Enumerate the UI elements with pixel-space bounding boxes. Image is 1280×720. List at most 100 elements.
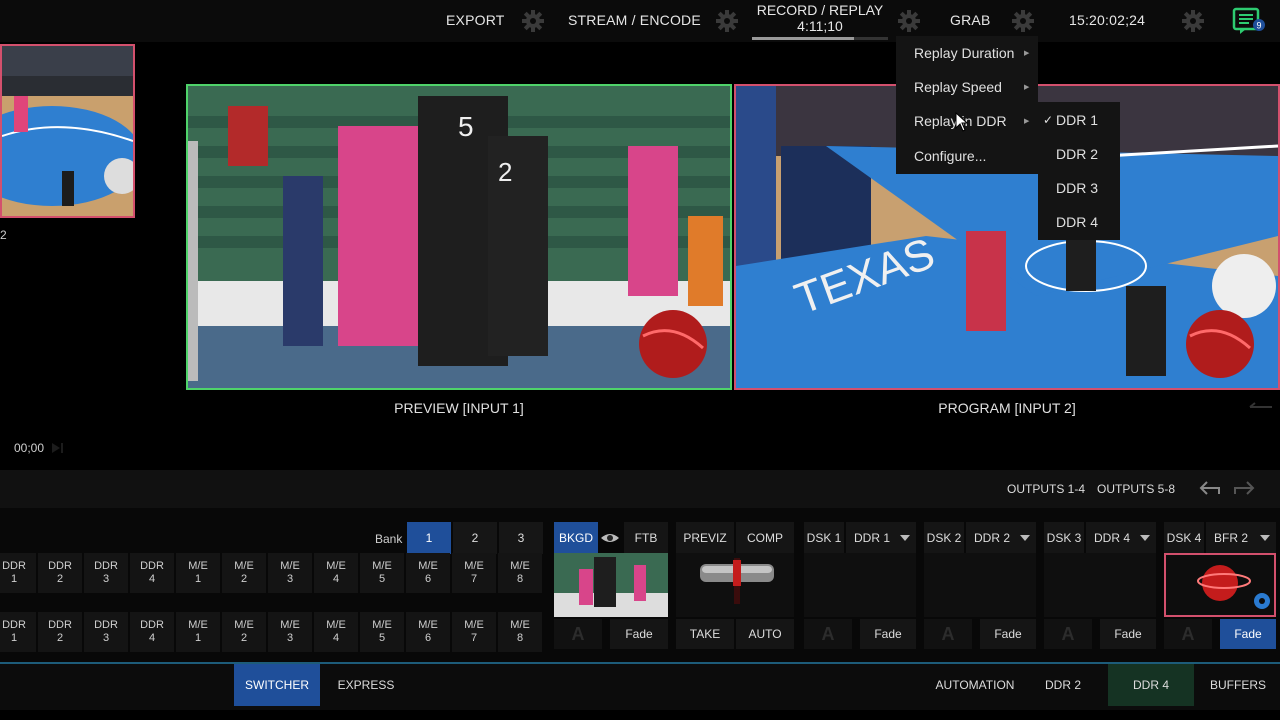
menu-item-replay-duration[interactable]: Replay Duration — [914, 45, 1014, 61]
chevron-down-icon — [1260, 535, 1270, 541]
source-type-label: M/E — [188, 560, 208, 572]
preview-source-button[interactable]: DDR 1 — [0, 612, 36, 652]
ftb-button[interactable]: FTB — [624, 522, 668, 554]
menu-item-configure[interactable]: Configure... — [914, 148, 986, 164]
preview-source-button[interactable]: DDR 2 — [38, 612, 82, 652]
menu-item-replay-speed[interactable]: Replay Speed — [914, 79, 1002, 95]
source-type-label: DDR — [48, 560, 72, 572]
program-source-button[interactable]: M/E 1 — [176, 553, 220, 593]
redo-icon[interactable] — [1233, 479, 1255, 497]
gear-icon[interactable] — [1182, 10, 1204, 32]
preview-source-button[interactable]: M/E 7 — [452, 612, 496, 652]
menu-item-ddr-2[interactable]: DDR 2 — [1056, 146, 1098, 162]
preview-source-button[interactable]: DDR 4 — [130, 612, 174, 652]
tab-buffers[interactable]: BUFFERS — [1202, 664, 1274, 706]
preview-source-button[interactable]: M/E 8 — [498, 612, 542, 652]
take-button[interactable]: TAKE — [676, 619, 734, 649]
dsk-2-thumbnail[interactable] — [924, 553, 1036, 617]
source-number-label: 8 — [516, 632, 524, 644]
dsk-2-fade-button[interactable]: Fade — [980, 619, 1036, 649]
dsk-1-fade-button[interactable]: Fade — [860, 619, 916, 649]
gear-icon[interactable] — [522, 10, 544, 32]
source-type-label: M/E — [372, 560, 392, 572]
preview-monitor[interactable]: 5 2 — [186, 84, 732, 390]
source-type-label: DDR — [48, 619, 72, 631]
previz-button[interactable]: PREVIZ — [676, 522, 734, 554]
tab-express[interactable]: EXPRESS — [326, 664, 406, 706]
t-bar-slider[interactable] — [700, 558, 774, 604]
program-source-button[interactable]: DDR 3 — [84, 553, 128, 593]
source-type-label: M/E — [326, 619, 346, 631]
preview-source-button[interactable]: DDR 3 — [84, 612, 128, 652]
preview-source-button[interactable]: M/E 1 — [176, 612, 220, 652]
bank-2-button[interactable]: 2 — [453, 522, 497, 554]
preview-source-button[interactable]: M/E 5 — [360, 612, 404, 652]
program-source-button[interactable]: M/E 4 — [314, 553, 358, 593]
preview-source-button[interactable]: M/E 6 — [406, 612, 450, 652]
program-source-button[interactable]: DDR 1 — [0, 553, 36, 593]
program-source-button[interactable]: M/E 5 — [360, 553, 404, 593]
outputs-5-8-button[interactable]: OUTPUTS 5-8 — [1097, 482, 1175, 496]
source-type-label: M/E — [234, 619, 254, 631]
dsk-3-thumbnail[interactable] — [1044, 553, 1156, 617]
bkgd-thumbnail[interactable] — [554, 553, 668, 617]
dsk-1-thumbnail[interactable] — [804, 553, 916, 617]
notifications-icon[interactable]: 9 — [1232, 6, 1266, 36]
tab-switcher[interactable]: SWITCHER — [234, 664, 320, 706]
comp-button[interactable]: COMP — [736, 522, 794, 554]
gear-icon[interactable] — [1012, 10, 1034, 32]
source-number-label: 1 — [194, 632, 202, 644]
input-thumbnail[interactable] — [0, 44, 135, 218]
gear-icon[interactable] — [716, 10, 738, 32]
preview-label: PREVIEW [INPUT 1] — [394, 400, 524, 416]
skip-icon[interactable] — [50, 441, 64, 455]
dsk-2-button[interactable]: DSK 2 — [924, 522, 964, 554]
bkgd-button[interactable]: BKGD — [554, 522, 598, 554]
svg-text:5: 5 — [458, 111, 474, 142]
grab-button[interactable]: GRAB — [950, 12, 990, 28]
program-source-button[interactable]: M/E 2 — [222, 553, 266, 593]
program-source-button[interactable]: M/E 3 — [268, 553, 312, 593]
gear-icon[interactable] — [898, 10, 920, 32]
program-label: PROGRAM [INPUT 2] — [938, 400, 1076, 416]
undo-icon[interactable] — [1199, 479, 1221, 497]
bkgd-fade-button[interactable]: Fade — [610, 619, 668, 649]
outputs-1-4-button[interactable]: OUTPUTS 1-4 — [1007, 482, 1085, 496]
menu-item-ddr-1[interactable]: DDR 1 — [1056, 112, 1098, 128]
source-type-label: M/E — [418, 560, 438, 572]
program-source-button[interactable]: DDR 4 — [130, 553, 174, 593]
stream-encode-button[interactable]: STREAM / ENCODE — [568, 12, 701, 28]
menu-item-ddr-4[interactable]: DDR 4 — [1056, 214, 1098, 230]
dsk-a-icon: A — [924, 619, 972, 649]
export-button[interactable]: EXPORT — [446, 12, 505, 28]
program-source-button[interactable]: M/E 6 — [406, 553, 450, 593]
dsk-4-thumbnail[interactable] — [1164, 553, 1276, 617]
preview-source-button[interactable]: M/E 2 — [222, 612, 266, 652]
dsk-3-fade-button[interactable]: Fade — [1100, 619, 1156, 649]
record-replay-button[interactable]: RECORD / REPLAY 4:11;10 — [752, 0, 888, 40]
submenu-arrow-icon: ▶ — [1024, 118, 1030, 125]
record-title: RECORD / REPLAY — [756, 2, 884, 18]
preview-source-button[interactable]: M/E 4 — [314, 612, 358, 652]
source-number-label: 1 — [194, 573, 202, 585]
dsk-4-fade-button[interactable]: Fade — [1220, 619, 1276, 649]
tab-ddr-2[interactable]: DDR 2 — [1030, 664, 1096, 706]
program-source-button[interactable]: M/E 7 — [452, 553, 496, 593]
tab-automation[interactable]: AUTOMATION — [928, 664, 1022, 706]
bank-1-button[interactable]: 1 — [407, 522, 451, 554]
preview-source-button[interactable]: M/E 3 — [268, 612, 312, 652]
dsk-3-button[interactable]: DSK 3 — [1044, 522, 1084, 554]
source-number-label: 1 — [10, 573, 18, 585]
program-source-button[interactable]: M/E 8 — [498, 553, 542, 593]
eye-icon[interactable] — [600, 530, 620, 546]
dsk-4-button[interactable]: DSK 4 — [1164, 522, 1204, 554]
tab-ddr-4[interactable]: DDR 4 — [1108, 664, 1194, 706]
menu-item-ddr-3[interactable]: DDR 3 — [1056, 180, 1098, 196]
submenu-arrow-icon: ▶ — [1024, 50, 1030, 57]
bank-3-button[interactable]: 3 — [499, 522, 543, 554]
source-type-label: M/E — [372, 619, 392, 631]
auto-button[interactable]: AUTO — [736, 619, 794, 649]
program-source-button[interactable]: DDR 2 — [38, 553, 82, 593]
dsk-1-button[interactable]: DSK 1 — [804, 522, 844, 554]
source-number-label: 6 — [424, 632, 432, 644]
